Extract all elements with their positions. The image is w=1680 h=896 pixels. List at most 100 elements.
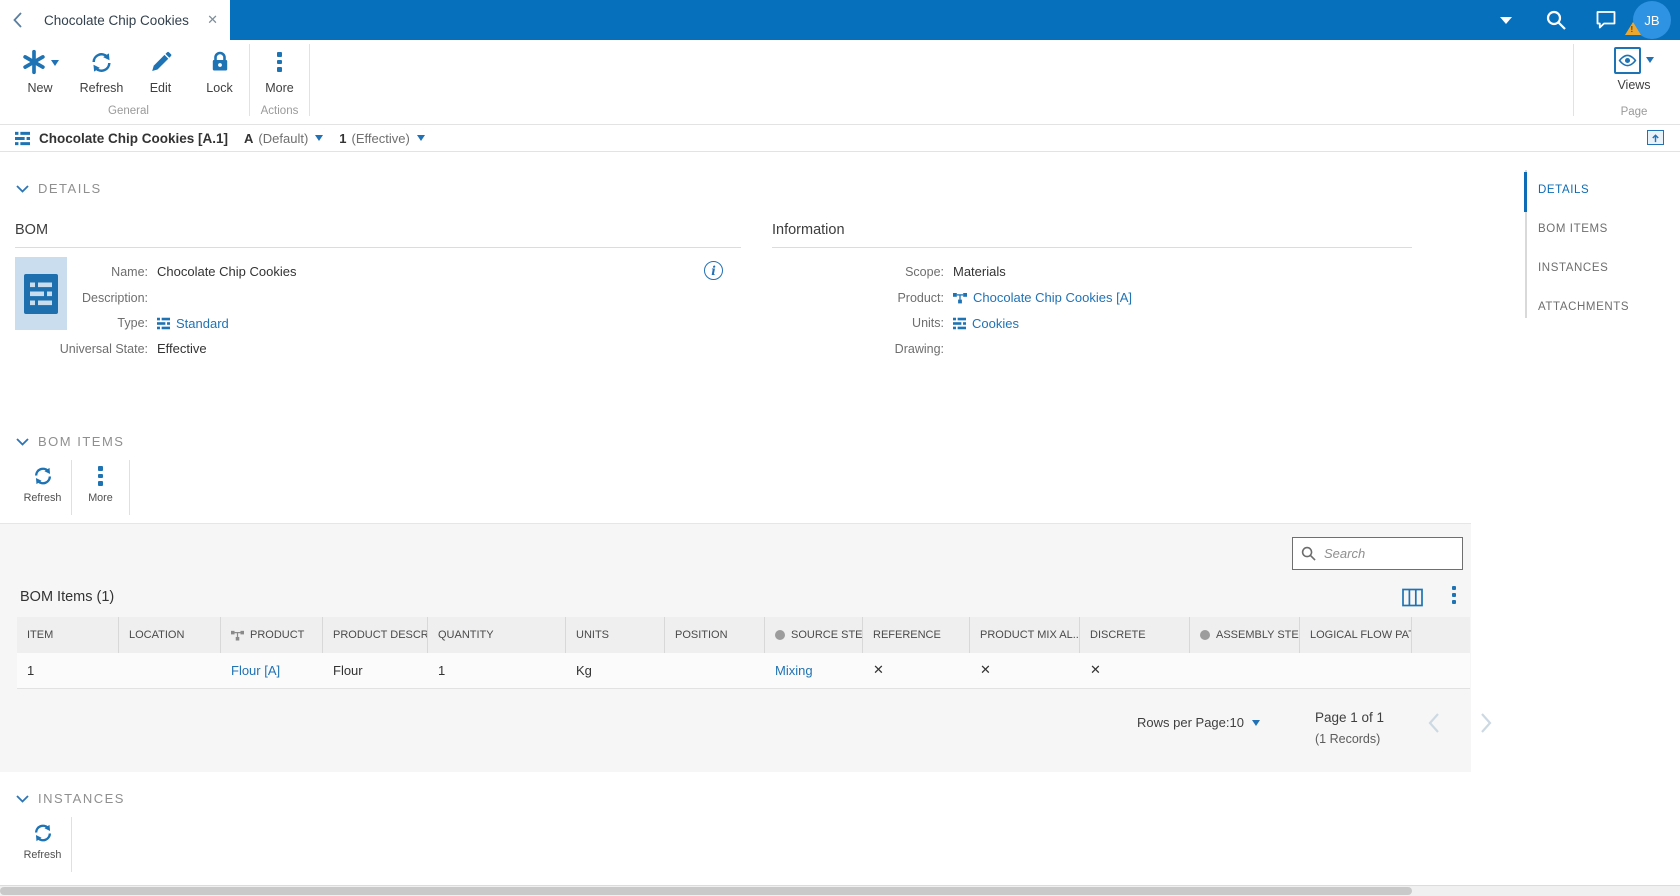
ribbon-separator [1573,44,1574,116]
new-button[interactable]: New [8,40,72,95]
more-button[interactable]: More [250,40,309,95]
bom-items-more-button[interactable]: More [72,458,129,515]
cell-location [119,653,221,688]
details-section-header[interactable]: DETAILS [16,181,102,196]
bom-items-more-label: More [88,492,113,504]
grid-title: BOM Items (1) [20,589,115,605]
bom-items-toolbar: Refresh More [14,458,130,515]
rows-per-page-value: 10 [1229,715,1244,730]
field-type-value-link[interactable]: Standard [176,316,229,331]
step-circle-icon [775,630,785,640]
tab-title: Chocolate Chip Cookies [44,12,189,28]
field-name: Name: Chocolate Chip Cookies [111,264,297,280]
bom-icon [15,131,30,146]
anchor-nav-details[interactable]: DETAILS [1538,184,1589,196]
information-fields: Scope: Materials Product: Chocolate Chip… [772,259,1132,362]
ribbon-group-actions-label: Actions [260,105,299,117]
messages-button[interactable] [1595,9,1617,31]
tab-close-icon[interactable]: ✕ [207,13,218,28]
refresh-button-label: Refresh [79,81,124,95]
column-header-product-description[interactable]: PRODUCT DESCRI... [323,617,428,653]
expand-panel-icon[interactable] [1647,130,1664,145]
column-chooser-icon[interactable] [1402,588,1423,612]
top-bar: Chocolate Chip Cookies ✕ JB ! [0,0,1680,40]
rows-per-page-selector[interactable]: Rows per Page:10 [1137,715,1260,730]
field-description: Description: [82,290,148,305]
anchor-nav-attachments[interactable]: ATTACHMENTS [1538,301,1629,313]
more-button-label: More [265,81,294,95]
tab-chocolate-chip-cookies[interactable]: Chocolate Chip Cookies ✕ [36,0,230,40]
ribbon-group-general: New Refresh Edit Lock General [8,40,249,124]
version-dropdown-caret[interactable] [416,135,425,141]
units-bom-icon [953,317,966,330]
cell-product-link[interactable]: Flour [A] [231,663,280,678]
pagination-next-button[interactable] [1480,712,1492,739]
breadcrumb-version: 1 [339,130,347,146]
lock-button[interactable]: Lock [190,40,249,95]
toolbar-separator [71,817,72,872]
cell-product-description: Flour [333,663,363,678]
horizontal-scrollbar-thumb[interactable] [0,887,1412,895]
views-dropdown-caret[interactable] [1646,57,1654,63]
bom-items-section-header[interactable]: BOM ITEMS [16,434,124,449]
new-dropdown-caret[interactable] [51,60,59,66]
column-header-item[interactable]: ITEM [17,617,119,653]
cell-source-step-link[interactable]: Mixing [775,663,813,678]
views-button[interactable] [1614,47,1654,74]
anchor-nav-instances[interactable]: INSTANCES [1538,262,1608,274]
breadcrumb-version-qualifier: (Effective) [351,130,410,146]
instances-section-header[interactable]: INSTANCES [16,791,125,806]
back-button[interactable] [0,0,36,40]
grid-menu-kebab-icon[interactable] [1452,586,1456,604]
global-search-button[interactable] [1545,9,1567,31]
field-units-value-link[interactable]: Cookies [972,316,1019,331]
pagination-prev-button[interactable] [1428,712,1440,739]
field-name-value: Chocolate Chip Cookies [157,264,297,280]
chevron-down-icon [16,437,29,446]
bom-card-title: BOM [15,222,741,248]
column-header-discrete[interactable]: DISCRETE [1080,617,1190,653]
search-icon [1546,10,1566,30]
chevron-down-icon [16,184,29,193]
field-drawing: Drawing: [894,341,944,356]
column-header-position[interactable]: POSITION [665,617,765,653]
refresh-icon [34,467,51,485]
column-header-units[interactable]: UNITS [566,617,665,653]
eye-icon [1618,54,1637,67]
breadcrumb-revision: A [244,130,254,146]
revision-dropdown-caret[interactable] [315,135,324,141]
search-input[interactable] [1324,546,1454,561]
ribbon-group-actions: More Actions [250,40,309,124]
column-header-location[interactable]: LOCATION [119,617,221,653]
anchor-nav-active-indicator [1524,172,1527,212]
anchor-nav-bom-items[interactable]: BOM ITEMS [1538,223,1608,235]
column-header-source-step[interactable]: SOURCE STEP [765,617,863,653]
field-product-value-link[interactable]: Chocolate Chip Cookies [A] [973,290,1132,305]
bom-items-refresh-label: Refresh [23,492,62,504]
bom-type-icon [157,317,170,330]
column-header-reference[interactable]: REFERENCE [863,617,970,653]
column-header-quantity[interactable]: QUANTITY [428,617,566,653]
asterisk-new-icon [23,49,45,75]
column-header-product[interactable]: PRODUCT [221,617,323,653]
topbar-dropdown-caret[interactable] [1500,17,1512,24]
table-row[interactable]: 1 Flour [A] Flour 1 Kg Mixing ✕ ✕ ✕ [17,653,1470,689]
chevron-left-icon [1428,713,1439,733]
rows-per-page-label: Rows per Page: [1137,715,1230,730]
cell-reference-false-icon: ✕ [873,663,884,678]
bom-fields: Name: Chocolate Chip Cookies Description… [58,259,297,362]
records-info: (1 Records) [1315,732,1381,746]
edit-button[interactable]: Edit [131,40,190,95]
cell-assembly-step [1190,653,1300,688]
cell-item: 1 [27,663,35,678]
column-header-product-mix-allowed[interactable]: PRODUCT MIX AL... [970,617,1080,653]
column-header-logical-flow-path[interactable]: LOGICAL FLOW PATH [1300,617,1412,653]
instances-refresh-button[interactable]: Refresh [14,815,71,872]
refresh-button[interactable]: Refresh [72,40,131,95]
info-icon[interactable]: i [704,261,723,280]
cell-filler [1412,653,1470,688]
column-header-assembly-step[interactable]: ASSEMBLY STEP [1190,617,1300,653]
search-icon [1301,546,1316,561]
bom-items-section-title: BOM ITEMS [38,434,125,449]
bom-items-refresh-button[interactable]: Refresh [14,458,71,515]
